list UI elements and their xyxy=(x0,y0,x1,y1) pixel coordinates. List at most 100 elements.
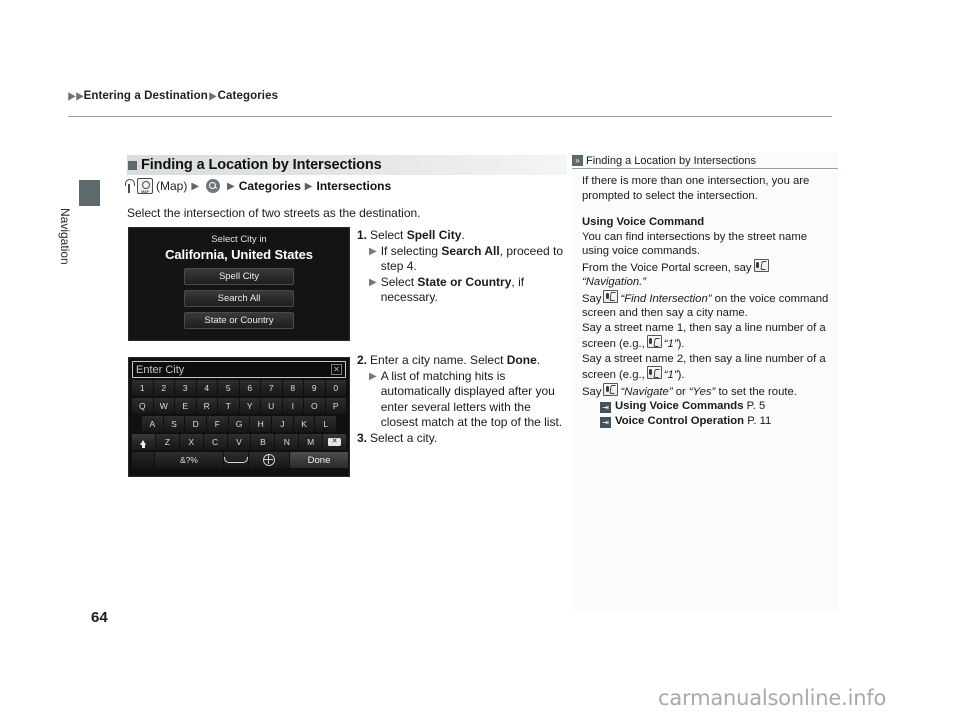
cross-reference-2-page: P. 11 xyxy=(747,414,772,427)
nav-pre: Say xyxy=(582,385,602,398)
key-4[interactable]: 4 xyxy=(196,380,217,396)
key-1[interactable]: 1 xyxy=(132,380,153,396)
path-arrow-icon: ▶ xyxy=(191,180,200,192)
step-2-sub-text: A list of matching hits is automatically… xyxy=(380,368,563,430)
step-1-sub-1: ▶ If selecting Search All, proceed to st… xyxy=(369,244,567,275)
search-all-button[interactable]: Search All xyxy=(184,290,294,307)
key-l[interactable]: L xyxy=(315,416,337,432)
language-key[interactable] xyxy=(249,452,289,468)
voice-command-icon xyxy=(603,382,619,396)
key-d[interactable]: D xyxy=(185,416,207,432)
key-s[interactable]: S xyxy=(163,416,185,432)
key-n[interactable]: N xyxy=(275,434,299,450)
steps-group-1: 1. Select Spell City. ▶ If selecting Sea… xyxy=(357,228,567,306)
page-title: Finding a Location by Intersections xyxy=(127,155,567,175)
sidebar-item-navigation: Navigation xyxy=(58,208,72,265)
search-icon xyxy=(206,179,221,193)
breadcrumb-arrow-icon: ▶ xyxy=(209,91,217,102)
key-c[interactable]: C xyxy=(203,434,227,450)
watermark: carmanualsonline.info xyxy=(658,686,887,710)
key-e[interactable]: E xyxy=(175,398,196,414)
cross-reference-1-title: Using Voice Commands xyxy=(615,400,744,412)
key-b[interactable]: B xyxy=(251,434,275,450)
step-2-sub-1: ▶ A list of matching hits is automatical… xyxy=(369,369,567,431)
key-5[interactable]: 5 xyxy=(218,380,239,396)
shift-key[interactable] xyxy=(132,434,155,450)
sub-2-pre: Select xyxy=(380,274,418,289)
state-or-country-button[interactable]: State or Country xyxy=(184,312,294,329)
city-search-input[interactable]: Enter City ✕ xyxy=(132,361,346,378)
select-city-button-group: Spell City Search All State or Country xyxy=(129,268,349,329)
key-3[interactable]: 3 xyxy=(175,380,196,396)
key-i[interactable]: I xyxy=(282,398,303,414)
key-q[interactable]: Q xyxy=(132,398,153,414)
street1-quote: “1” xyxy=(663,338,678,350)
voice-command-icon xyxy=(646,335,662,348)
key-v[interactable]: V xyxy=(227,434,251,450)
device-screenshot-select-city: Select City in California, United States… xyxy=(128,227,350,341)
side-note-para-2: You can find intersections by the street… xyxy=(582,230,808,258)
symbols-key[interactable]: &?% xyxy=(155,452,223,468)
space-key[interactable] xyxy=(224,452,248,468)
key-w[interactable]: W xyxy=(153,398,174,414)
key-8[interactable]: 8 xyxy=(282,380,303,396)
cross-reference-1-page: P. 5 xyxy=(746,400,766,412)
section-tab-marker xyxy=(79,180,100,206)
breadcrumb-item-1[interactable]: Entering a Destination xyxy=(84,90,208,102)
done-key[interactable]: Done xyxy=(290,452,348,468)
spell-city-button[interactable]: Spell City xyxy=(184,268,294,285)
key-p[interactable]: P xyxy=(325,398,346,414)
key-k[interactable]: K xyxy=(293,416,315,432)
key-7[interactable]: 7 xyxy=(261,380,282,396)
key-h[interactable]: H xyxy=(250,416,272,432)
side-note-header: » Finding a Location by Intersections xyxy=(572,153,838,169)
page-title-text: Finding a Location by Intersections xyxy=(141,157,382,173)
keyboard-row-home: A S D F G H J K L xyxy=(132,416,346,432)
key-9[interactable]: 9 xyxy=(304,380,325,396)
step-3-number: 3. xyxy=(357,430,368,445)
double-chevron-icon: » xyxy=(572,155,583,166)
voice-command-icon xyxy=(753,258,769,272)
breadcrumb: ▶▶Entering a Destination▶Categories xyxy=(68,90,278,102)
key-o[interactable]: O xyxy=(304,398,325,414)
street2-text: Say a street name 2, then say a line num… xyxy=(582,352,826,382)
find-quote: “Find Intersection” xyxy=(620,292,712,305)
key-z[interactable]: Z xyxy=(155,434,179,450)
key-a[interactable]: A xyxy=(142,416,163,432)
backspace-key[interactable]: ✕ xyxy=(323,434,347,450)
cross-reference-2-title: Voice Control Operation xyxy=(615,414,745,427)
key-2[interactable]: 2 xyxy=(153,380,174,396)
step-1-sub-2: ▶ Select State or Country, if necessary. xyxy=(369,275,567,306)
key-x[interactable]: X xyxy=(179,434,203,450)
side-note-body: If there is more than one intersection, … xyxy=(582,174,834,428)
key-j[interactable]: J xyxy=(272,416,293,432)
side-note-title: Finding a Location by Intersections xyxy=(586,154,756,167)
cross-reference-1[interactable]: ⇥ Using Voice Commands P. 5 xyxy=(600,399,834,414)
clear-icon[interactable]: ✕ xyxy=(331,364,342,375)
step-1-bold: Spell City xyxy=(406,228,462,242)
street2-post: ). xyxy=(677,369,685,381)
side-note-line-portal: From the Voice Portal screen, say “Naviga… xyxy=(582,258,834,290)
keyboard-row-qwerty: Q W E R T Y U I O P xyxy=(132,398,346,414)
key-t[interactable]: T xyxy=(218,398,239,414)
step-1-post: . xyxy=(461,228,465,242)
key-y[interactable]: Y xyxy=(239,398,260,414)
jump-arrow-icon: ⇥ xyxy=(600,402,611,413)
portal-quote: “Navigation.” xyxy=(582,276,647,288)
key-6[interactable]: 6 xyxy=(239,380,260,396)
key-m[interactable]: M xyxy=(299,434,323,450)
key-r[interactable]: R xyxy=(196,398,217,414)
sub-2-bold: State or Country xyxy=(417,274,512,289)
path-map-label: (Map) xyxy=(156,179,188,193)
nav-post: to set the route. xyxy=(718,385,797,398)
key-g[interactable]: G xyxy=(228,416,250,432)
nav-quote: “Navigate” xyxy=(620,385,673,398)
key-0[interactable]: 0 xyxy=(325,380,346,396)
cross-reference-2[interactable]: ⇥ Voice Control Operation P. 11 xyxy=(600,414,834,429)
breadcrumb-item-2[interactable]: Categories xyxy=(218,90,278,102)
path-intersections: Intersections xyxy=(316,179,392,193)
globe-icon xyxy=(262,453,275,466)
key-f[interactable]: F xyxy=(207,416,228,432)
key-u[interactable]: U xyxy=(261,398,282,414)
